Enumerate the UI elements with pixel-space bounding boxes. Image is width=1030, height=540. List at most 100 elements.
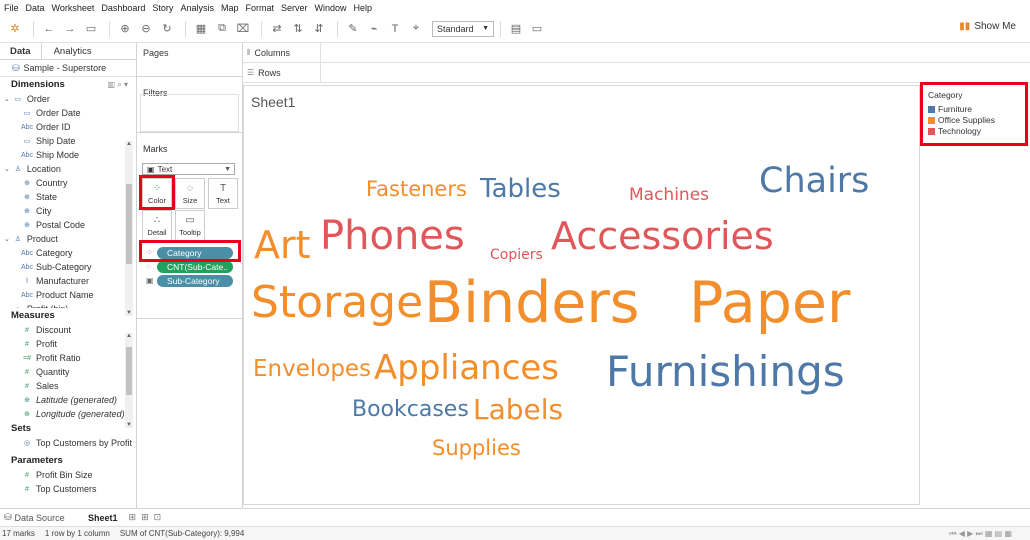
tab-analytics[interactable]: Analytics	[40, 43, 102, 59]
field-item[interactable]: ⊕ City	[0, 204, 136, 218]
datasource-item[interactable]: ⛁ Sample - Superstore	[0, 60, 136, 77]
menu-dashboard[interactable]: Dashboard	[101, 3, 145, 13]
pin-icon[interactable]: ⌖	[407, 20, 425, 38]
legend-item-technology[interactable]: Technology	[928, 126, 981, 136]
menu-server[interactable]: Server	[281, 3, 308, 13]
columns-shelf[interactable]: ⦀ Columns	[243, 43, 1030, 63]
new-worksheet-icon[interactable]: ▦	[192, 20, 210, 38]
menu-file[interactable]: File	[4, 3, 19, 13]
group-icon[interactable]: ⌁	[365, 20, 383, 38]
scroll-up-icon[interactable]: ▲	[125, 333, 133, 339]
tooltip-button[interactable]: ▭ Tooltip	[175, 210, 205, 241]
pause-updates-icon[interactable]: ⊖	[137, 20, 155, 38]
field-item[interactable]: ▭ Order Date	[0, 106, 136, 120]
show-cards-icon[interactable]: ▤	[507, 20, 525, 38]
menu-worksheet[interactable]: Worksheet	[52, 3, 95, 13]
field-item[interactable]: ⌄ ▭ Order	[0, 92, 136, 106]
labels-icon[interactable]: T	[386, 20, 404, 38]
word-mark[interactable]: Art	[254, 226, 311, 264]
word-mark[interactable]: Binders	[424, 275, 639, 332]
menu-help[interactable]: Help	[354, 3, 373, 13]
data-source-tab[interactable]: ⛁ Data Source	[0, 512, 82, 523]
field-item[interactable]: =# Profit Ratio	[0, 351, 136, 365]
rows-shelf[interactable]: ☰ Rows	[243, 63, 1030, 83]
menu-story[interactable]: Story	[152, 3, 173, 13]
sort-ascending-icon[interactable]: ⇅	[289, 20, 307, 38]
word-mark[interactable]: Envelopes	[253, 358, 371, 381]
count-subcategory-pill[interactable]: CNT(Sub-Cate..	[157, 261, 233, 273]
word-mark[interactable]: Supplies	[432, 438, 521, 459]
field-item[interactable]: # Quantity	[0, 365, 136, 379]
field-item[interactable]: ⌇ Manufacturer	[0, 274, 136, 288]
chevron-down-icon[interactable]: ⌄	[4, 235, 10, 243]
chevron-down-icon[interactable]: ⌄	[4, 95, 10, 103]
field-item[interactable]: ⊕ State	[0, 190, 136, 204]
fit-dropdown[interactable]: Standard ▼	[432, 20, 494, 37]
field-item[interactable]: # Profit Bin Size	[0, 468, 136, 482]
field-item[interactable]: # Discount	[0, 323, 136, 337]
word-mark[interactable]: Chairs	[759, 164, 869, 199]
word-mark[interactable]: Furnishings	[606, 351, 845, 393]
redo-icon[interactable]: →	[61, 20, 79, 38]
highlight-icon[interactable]: ✎	[344, 20, 362, 38]
menu-format[interactable]: Format	[245, 3, 274, 13]
legend-item-furniture[interactable]: Furniture	[928, 104, 972, 114]
menu-map[interactable]: Map	[221, 3, 239, 13]
filters-drop-zone[interactable]	[140, 94, 239, 132]
new-dashboard-icon[interactable]: ⊞	[141, 512, 149, 523]
chevron-down-icon[interactable]: ⌄	[4, 165, 10, 173]
word-mark[interactable]: Labels	[473, 396, 563, 424]
scroll-down-icon[interactable]: ▼	[125, 310, 133, 316]
scroll-thumb[interactable]	[126, 347, 132, 395]
viz-canvas[interactable]: Sheet1 Fasteners Tables Machines Chairs Art P…	[243, 85, 920, 505]
menu-analysis[interactable]: Analysis	[180, 3, 214, 13]
word-mark[interactable]: Accessories	[551, 217, 774, 255]
word-mark[interactable]: Phones	[320, 216, 465, 256]
show-me-button[interactable]: ▮▮ Show Me	[959, 21, 1016, 32]
tab-data[interactable]: Data	[0, 43, 41, 59]
field-item[interactable]: # Sales	[0, 379, 136, 393]
scroll-thumb[interactable]	[126, 184, 132, 264]
field-item[interactable]: ▭ Ship Date	[0, 134, 136, 148]
word-mark[interactable]: Machines	[629, 187, 709, 204]
menu-window[interactable]: Window	[315, 3, 347, 13]
field-item[interactable]: ⊕ Longitude (generated)	[0, 407, 136, 421]
scroll-up-icon[interactable]: ▲	[125, 141, 133, 147]
field-item[interactable]: Abc Sub-Category	[0, 260, 136, 274]
mark-type-dropdown[interactable]: ▣ Text ▼	[142, 163, 235, 175]
field-item[interactable]: # Profit	[0, 337, 136, 351]
search-icon[interactable]: ▥ ⌕ ▾	[108, 80, 129, 90]
word-mark[interactable]: Fasteners	[366, 179, 467, 200]
page-nav-icons[interactable]: ⏮ ◀ ▶ ⏭ ▦ ▤ ▦	[949, 529, 1012, 539]
legend-item-office-supplies[interactable]: Office Supplies	[928, 115, 995, 125]
sort-descending-icon[interactable]: ⇵	[310, 20, 328, 38]
word-mark[interactable]: Storage	[251, 281, 423, 325]
word-mark[interactable]: Paper	[689, 275, 850, 332]
measures-scrollbar[interactable]: ▲ ▼	[125, 333, 133, 428]
word-mark[interactable]: Bookcases	[352, 399, 469, 421]
field-item[interactable]: ⊕ Postal Code	[0, 218, 136, 232]
field-item[interactable]: Abc Category	[0, 246, 136, 260]
new-datasource-icon[interactable]: ⊕	[116, 20, 134, 38]
save-icon[interactable]: ▭	[82, 20, 100, 38]
refresh-icon[interactable]: ↻	[158, 20, 176, 38]
menu-data[interactable]: Data	[26, 3, 45, 13]
detail-button[interactable]: ∴ Detail	[142, 210, 172, 241]
size-button[interactable]: ◌ Size	[175, 178, 205, 209]
word-mark[interactable]: Tables	[480, 176, 561, 202]
duplicate-sheet-icon[interactable]: ⧉	[213, 20, 231, 38]
field-item[interactable]: ◎ Top Customers by Profit	[0, 436, 136, 450]
new-worksheet-icon[interactable]: ⊞	[129, 512, 137, 523]
word-mark[interactable]: Appliances	[374, 351, 559, 385]
field-item[interactable]: # Top Customers	[0, 482, 136, 496]
field-item[interactable]: ⌄ ♙ Product	[0, 232, 136, 246]
category-pill[interactable]: Category	[157, 247, 233, 259]
word-mark[interactable]: Copiers	[490, 248, 543, 262]
field-item[interactable]: Abc Order ID	[0, 120, 136, 134]
field-item[interactable]: ⌄ ♙ Location	[0, 162, 136, 176]
field-item[interactable]: ⊕ Country	[0, 176, 136, 190]
field-item[interactable]: Abc Product Name	[0, 288, 136, 302]
dimensions-scrollbar[interactable]: ▲ ▼	[125, 141, 133, 316]
undo-icon[interactable]: ←	[40, 20, 58, 38]
subcategory-pill[interactable]: Sub-Category	[157, 275, 233, 287]
